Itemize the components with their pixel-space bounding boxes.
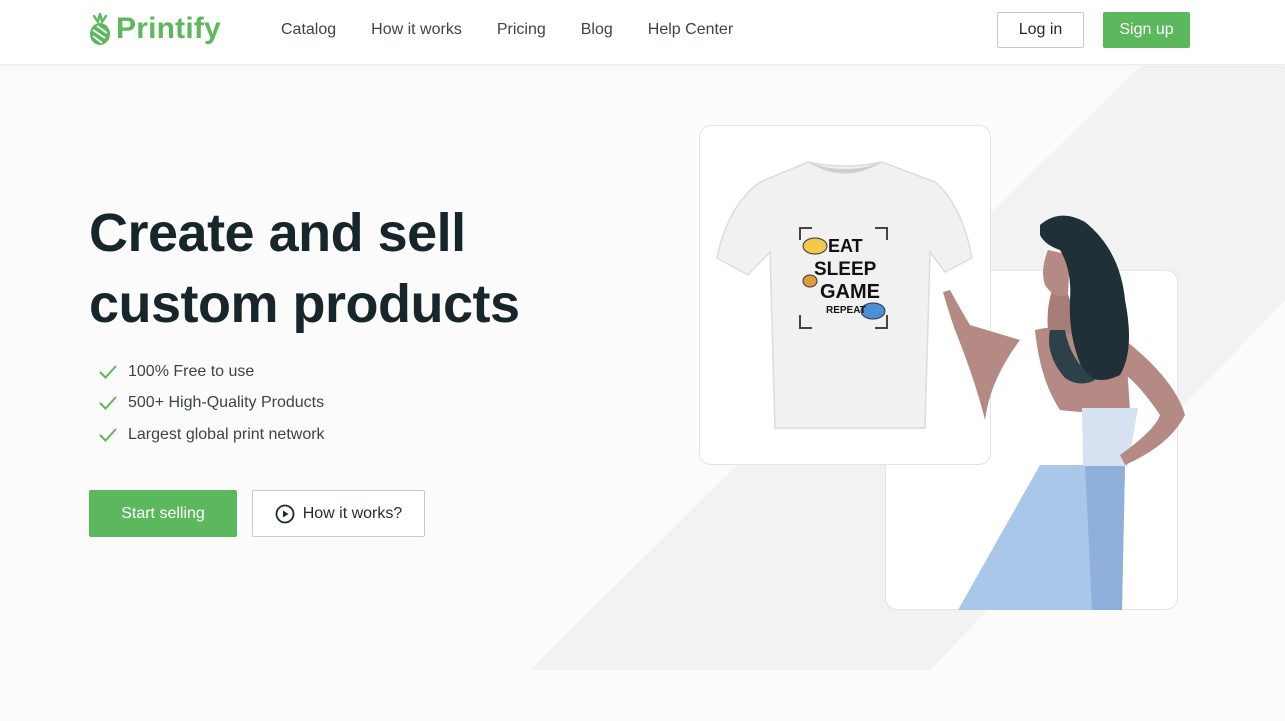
headline-line-2: custom products (89, 274, 520, 334)
nav-blog[interactable]: Blog (581, 21, 613, 39)
nav-how-it-works[interactable]: How it works (371, 21, 462, 39)
feature-text: Largest global print network (128, 425, 325, 443)
pineapple-logo-icon (90, 12, 110, 45)
play-circle-icon (275, 504, 295, 523)
headline-line-1: Create and sell (89, 203, 466, 263)
how-it-works-label: How it works? (302, 504, 403, 522)
feature-text: 500+ High-Quality Products (128, 394, 325, 412)
nav-catalog[interactable]: Catalog (281, 21, 336, 39)
feature-item: 100% Free to use (98, 356, 325, 388)
login-button[interactable]: Log in (997, 12, 1084, 48)
top-header: Printify Catalog How it works Pricing Bl… (0, 0, 1285, 65)
feature-item: 500+ High-Quality Products (98, 388, 325, 420)
main-nav: Catalog How it works Pricing Blog Help C… (281, 21, 768, 39)
check-icon (99, 396, 117, 411)
nav-pricing[interactable]: Pricing (497, 21, 546, 39)
feature-item: Largest global print network (98, 419, 325, 451)
product-card (699, 125, 991, 465)
check-icon (99, 428, 117, 442)
nav-help-center[interactable]: Help Center (648, 21, 733, 39)
how-it-works-button[interactable]: How it works? (252, 490, 425, 537)
brand-name: Printify (116, 12, 221, 45)
brand-logo[interactable]: Printify (88, 12, 221, 46)
feature-text: 100% Free to use (128, 362, 255, 380)
check-icon (99, 365, 117, 379)
start-selling-button[interactable]: Start selling (89, 490, 237, 537)
feature-list: 100% Free to use 500+ High-Quality Produ… (98, 356, 325, 451)
signup-button[interactable]: Sign up (1103, 12, 1190, 48)
hero-headline: Create and sell custom products (89, 198, 520, 340)
